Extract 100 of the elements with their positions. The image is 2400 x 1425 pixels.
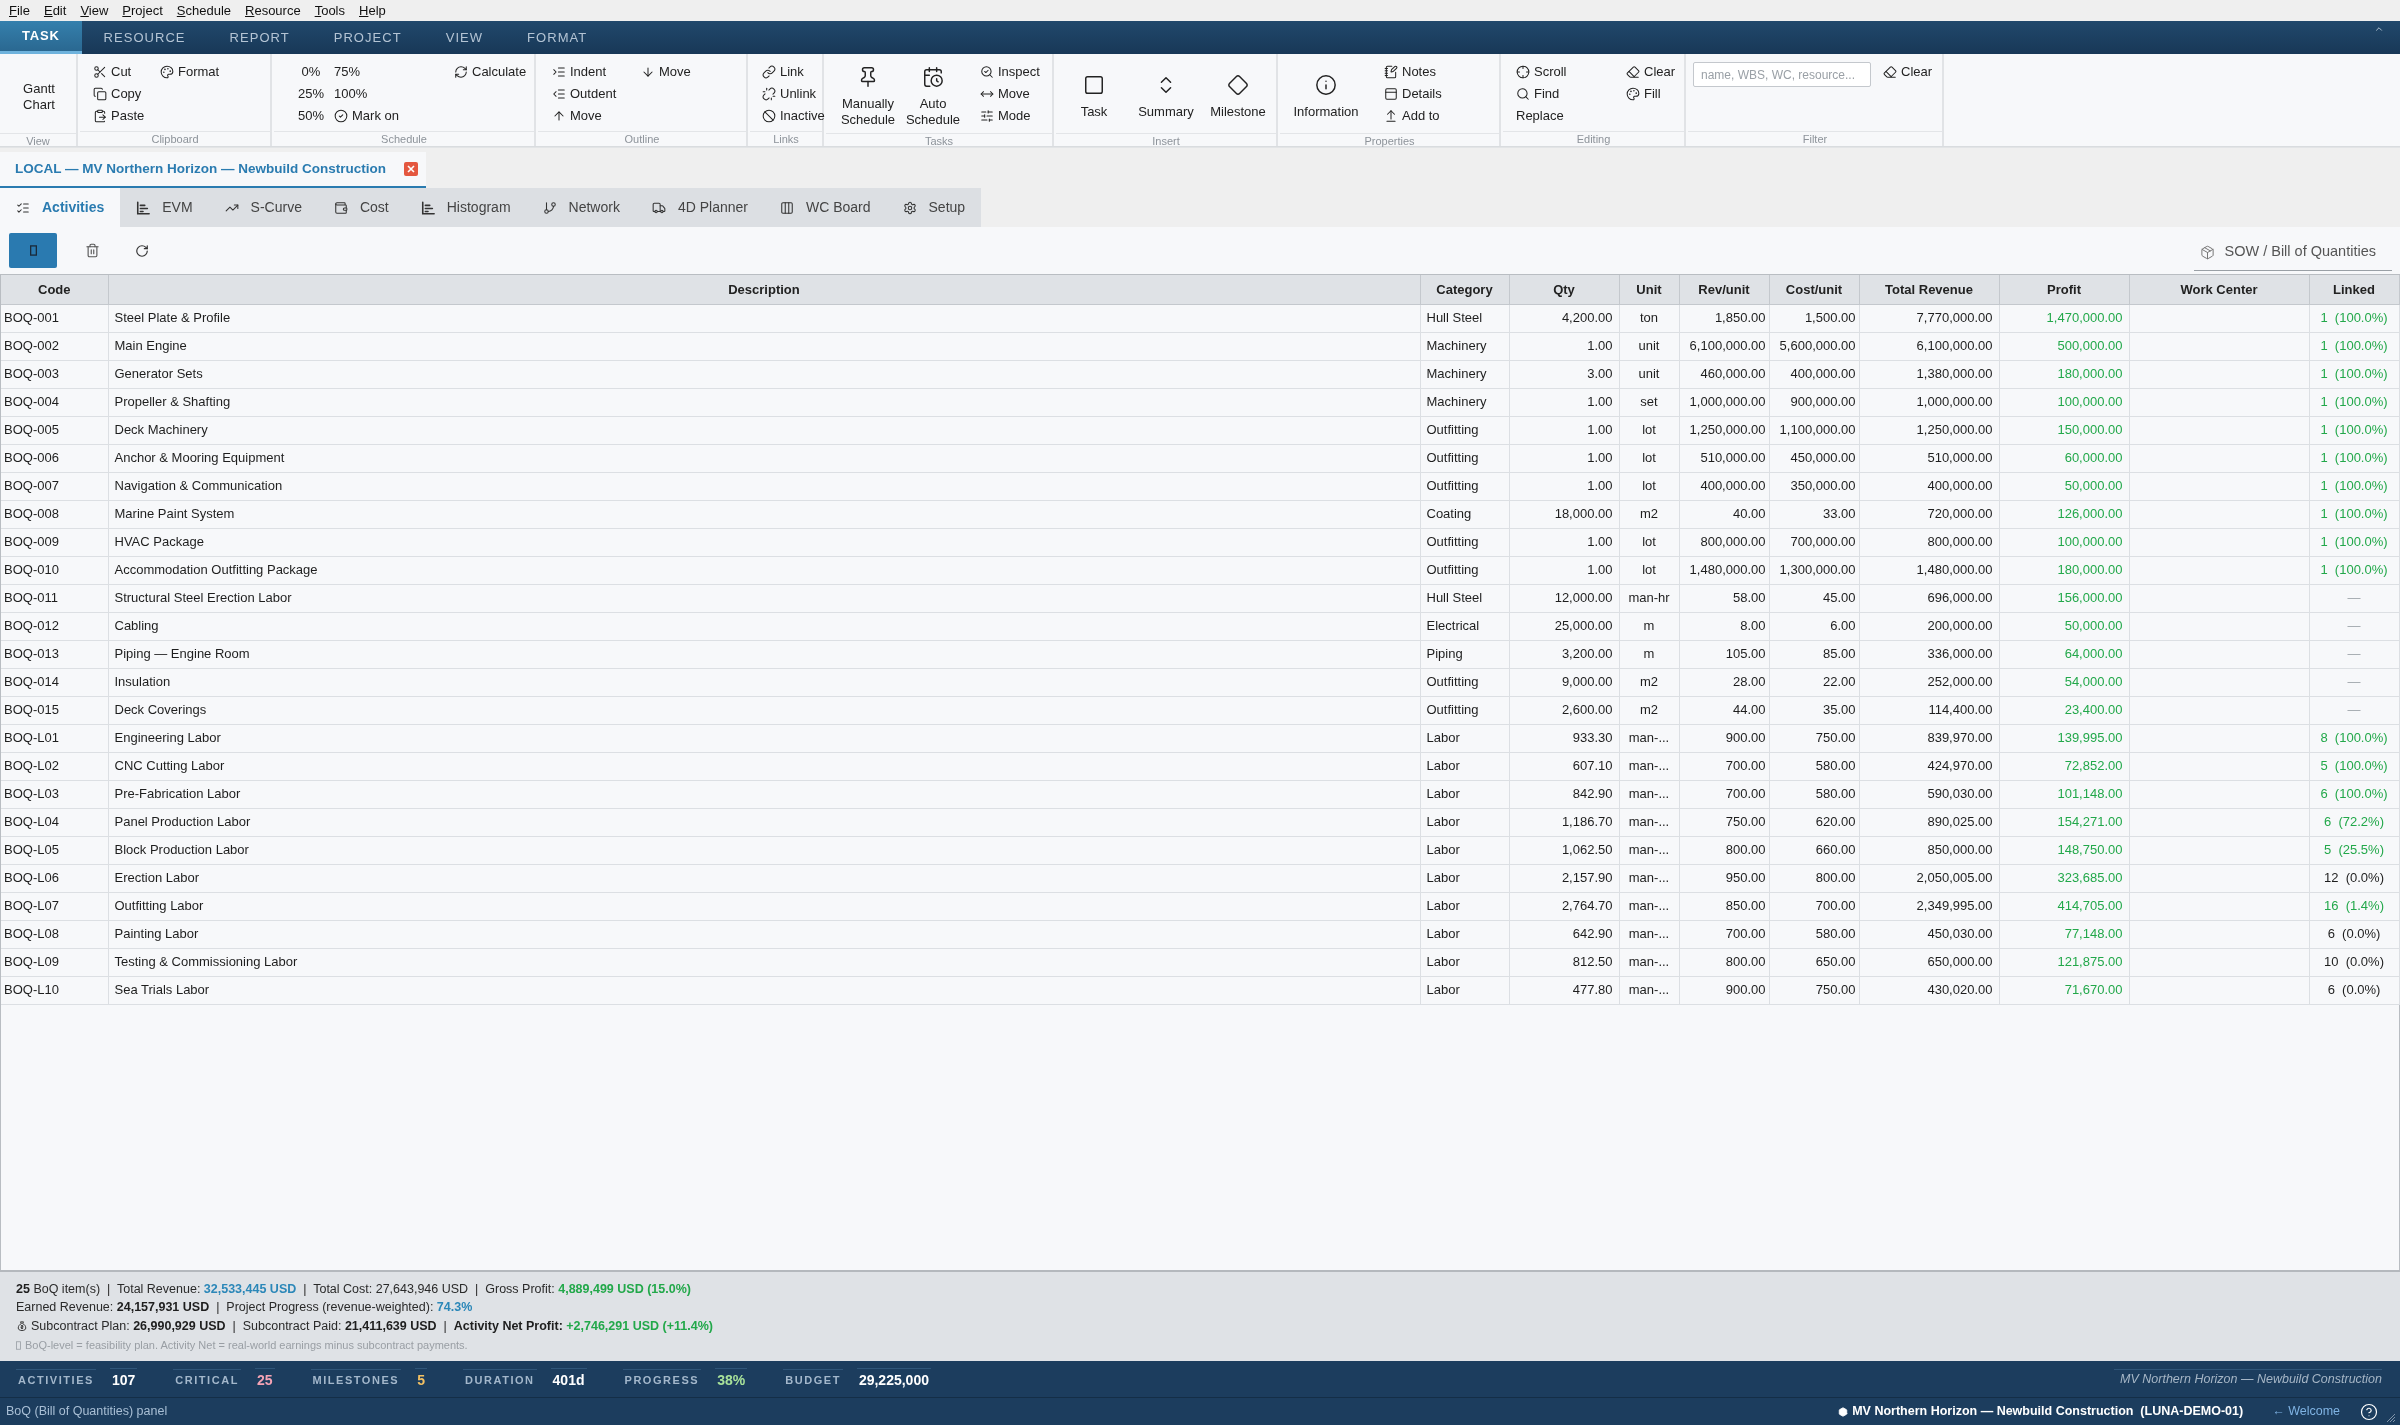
ribbon-button[interactable]: Link <box>762 61 825 83</box>
stat-value: 401d <box>550 1367 587 1391</box>
ribbon-tab[interactable]: VIEW <box>423 21 506 54</box>
menu-item[interactable]: Schedule <box>169 0 238 21</box>
ribbon-button[interactable]: Inactive <box>762 105 825 127</box>
ribbon-button[interactable]: Clear <box>1626 61 1676 83</box>
column-header[interactable]: Code <box>1 275 108 304</box>
column-header[interactable]: Category <box>1420 275 1509 304</box>
ribbon-button[interactable]: Replace <box>1516 105 1626 127</box>
table-cell: BOQ-003 <box>1 360 108 388</box>
menu-item[interactable]: Project <box>115 0 170 21</box>
ribbon-button[interactable]: 100% <box>334 83 454 105</box>
table-cell: Marine Paint System <box>108 500 1420 528</box>
column-header[interactable]: Linked <box>2309 275 2399 304</box>
table-cell: Hull Steel <box>1420 584 1509 612</box>
ribbon-button[interactable]: 50% <box>298 105 324 127</box>
ribbon-button[interactable]: Summary <box>1130 61 1202 133</box>
stat-value: 38% <box>715 1367 748 1391</box>
ribbon-button[interactable]: Unlink <box>762 83 825 105</box>
column-header[interactable]: Unit <box>1619 275 1679 304</box>
column-header[interactable]: Cost/unit <box>1769 275 1859 304</box>
column-header[interactable]: Description <box>108 275 1420 304</box>
table-cell: BOQ-L05 <box>1 836 108 864</box>
table-cell: 72,852.00 <box>1999 752 2129 780</box>
ribbon-button[interactable]: 25% <box>298 83 324 105</box>
ribbon-button[interactable]: Information <box>1290 61 1362 133</box>
panel-tab[interactable]: 4D Planner <box>635 188 764 227</box>
welcome-link[interactable]: ← Welcome <box>2272 1402 2340 1421</box>
ribbon-button[interactable]: Manually Schedule <box>836 61 900 133</box>
ribbon-button[interactable]: Fill <box>1626 83 1676 105</box>
document-tab[interactable]: LOCAL — MV Northern Horizon — Newbuild Construction <box>0 152 426 188</box>
ribbon-tab[interactable]: REPORT <box>207 21 312 54</box>
ribbon-button[interactable]: Copy <box>93 83 160 105</box>
status-message: BoQ (Bill of Quantities) panel <box>6 1403 168 1421</box>
ribbon-button[interactable]: 75% <box>334 61 454 83</box>
ribbon-button[interactable]: Paste <box>93 105 160 127</box>
ribbon-button[interactable]: Clear <box>1883 61 1933 83</box>
status-project: MV Northern Horizon — Newbuild Construction (LUNA-DEMO-01) <box>1852 1403 2244 1421</box>
table-cell: 336,000.00 <box>1859 640 1999 668</box>
ribbon-button[interactable]: Task <box>1058 61 1130 133</box>
table-cell: 100,000.00 <box>1999 388 2129 416</box>
column-header[interactable]: Rev/unit <box>1679 275 1769 304</box>
panel-tab[interactable]: EVM <box>120 188 209 227</box>
menu-item[interactable]: Resource <box>238 0 308 21</box>
table-cell: Sea Trials Labor <box>108 976 1420 1004</box>
panel-tab[interactable]: WC Board <box>763 188 887 227</box>
table-cell: 16 (1.4%) <box>2309 892 2399 920</box>
ribbon-button[interactable]: Inspect <box>980 61 1040 83</box>
close-icon[interactable] <box>404 162 418 176</box>
table-cell: 28.00 <box>1679 668 1769 696</box>
menu-item[interactable]: Help <box>352 0 393 21</box>
ribbon-button[interactable]: 0% <box>301 61 321 83</box>
ribbon-tab[interactable]: PROJECT <box>311 21 424 54</box>
filter-field[interactable]: name, WBS, WC, resource... <box>1693 62 1871 87</box>
column-header[interactable]: Total Revenue <box>1859 275 1999 304</box>
ribbon-button[interactable]: Move <box>641 61 691 83</box>
ribbon-button[interactable]: Gantt Chart <box>14 61 64 133</box>
panel-tab[interactable]: Cost <box>317 188 405 227</box>
ribbon-button[interactable]: Add to <box>1384 105 1442 127</box>
menu-item[interactable]: File <box>2 0 37 21</box>
panel-tab[interactable]: Network <box>526 188 636 227</box>
menu-item[interactable]: Tools <box>307 0 352 21</box>
table-cell: 933.30 <box>1509 724 1619 752</box>
ribbon-button[interactable]: Move <box>552 105 641 127</box>
table-cell: CNC Cutting Labor <box>108 752 1420 780</box>
ribbon-button[interactable]: Scroll <box>1516 61 1626 83</box>
check-circle-icon <box>334 109 348 123</box>
ribbon-tab[interactable]: RESOURCE <box>81 21 208 54</box>
ribbon-button[interactable]: Calculate <box>454 61 527 83</box>
menu-item[interactable]: View <box>73 0 116 21</box>
menu-item[interactable]: Edit <box>36 0 74 21</box>
ribbon-button[interactable]: Auto Schedule <box>900 61 966 133</box>
ribbon-button[interactable]: Mode <box>980 105 1040 127</box>
ribbon-button[interactable]: Move <box>980 83 1040 105</box>
ribbon-tab[interactable]: TASK <box>0 21 82 54</box>
ribbon-button[interactable]: Milestone <box>1202 61 1274 133</box>
primary-button[interactable] <box>9 233 57 268</box>
table-cell: 414,705.00 <box>1999 892 2129 920</box>
collapse-chevron-icon[interactable] <box>2374 24 2384 34</box>
table-cell: 9,000.00 <box>1509 668 1619 696</box>
ribbon-tab[interactable]: FORMAT <box>505 21 610 54</box>
help-icon[interactable] <box>2360 1402 2378 1421</box>
panel-tab[interactable]: Setup <box>886 188 982 227</box>
ribbon-button[interactable]: Cut <box>93 61 160 83</box>
ribbon-button[interactable]: Find <box>1516 83 1626 105</box>
ribbon-button[interactable]: Mark on <box>334 105 454 127</box>
panel-tab[interactable]: Histogram <box>404 188 527 227</box>
ribbon-button[interactable]: Format <box>160 61 220 83</box>
table-cell: 6,100,000.00 <box>1679 332 1769 360</box>
panel-tab[interactable]: S-Curve <box>208 188 318 227</box>
column-header[interactable]: Profit <box>1999 275 2129 304</box>
table-cell: unit <box>1619 332 1679 360</box>
search-icon <box>1516 87 1530 101</box>
column-header[interactable]: Work Center <box>2129 275 2309 304</box>
ribbon-button[interactable]: Outdent <box>552 83 641 105</box>
ribbon-button[interactable]: Details <box>1384 83 1442 105</box>
ribbon-button[interactable]: Notes <box>1384 61 1442 83</box>
panel-tab[interactable]: Activities <box>0 188 121 227</box>
ribbon-button[interactable]: Indent <box>552 61 641 83</box>
column-header[interactable]: Qty <box>1509 275 1619 304</box>
